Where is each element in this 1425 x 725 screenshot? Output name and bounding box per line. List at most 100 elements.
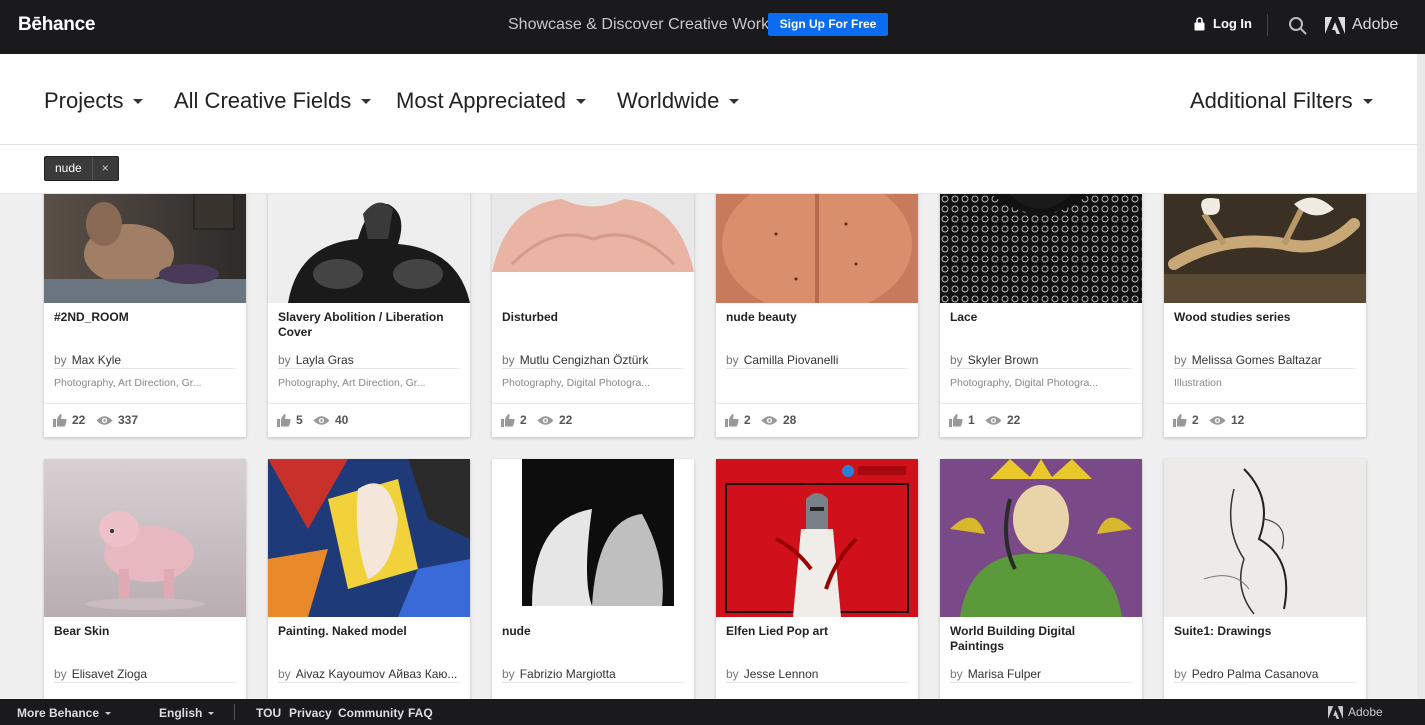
views: 28: [761, 413, 796, 427]
view-count: 12: [1231, 413, 1245, 427]
community-link[interactable]: Community: [338, 706, 404, 720]
project-card[interactable]: Bear Skin by Elisavet Zioga: [44, 459, 246, 699]
project-owner[interactable]: by Melissa Gomes Baltazar: [1174, 353, 1356, 367]
faq-link[interactable]: FAQ: [408, 706, 433, 720]
location-dropdown[interactable]: Worldwide: [617, 88, 740, 114]
appreciations: 2: [725, 413, 751, 427]
more-behance-menu[interactable]: More Behance: [17, 706, 112, 720]
project-fields: [502, 682, 684, 691]
project-owner[interactable]: by Aivaz Kayoumov Айваз Каю...: [278, 667, 460, 681]
project-thumbnail[interactable]: [940, 194, 1142, 303]
views: 12: [1209, 413, 1244, 427]
project-card[interactable]: World Building Digital Paintings by Maris…: [940, 459, 1142, 699]
search-tag: nude ×: [44, 156, 119, 181]
project-owner[interactable]: by Mutlu Cengizhan Öztürk: [502, 353, 684, 367]
project-thumbnail[interactable]: [268, 194, 470, 303]
project-title[interactable]: Bear Skin: [54, 624, 236, 639]
more-behance-label: More Behance: [17, 706, 100, 720]
project-title[interactable]: Elfen Lied Pop art: [726, 624, 908, 639]
appreciation-count: 22: [72, 413, 86, 427]
projects-label: Projects: [44, 88, 124, 113]
project-stats: 5 40: [268, 403, 470, 437]
tou-link[interactable]: TOU: [256, 706, 281, 720]
project-thumbnail[interactable]: [716, 459, 918, 617]
project-card[interactable]: Disturbed by Mutlu Cengizhan Öztürk Photo…: [492, 194, 694, 437]
project-card[interactable]: Slavery Abolition / Liberation Cover by L…: [268, 194, 470, 437]
project-owner[interactable]: by Skyler Brown: [950, 353, 1132, 367]
appreciation-count: 2: [744, 413, 751, 427]
project-owner[interactable]: by Marisa Fulper: [950, 667, 1132, 681]
by-label: by: [54, 353, 67, 367]
adobe-logo-icon: [1328, 705, 1343, 719]
project-owner[interactable]: by Max Kyle: [54, 353, 236, 367]
project-thumbnail[interactable]: [716, 194, 918, 303]
project-card[interactable]: Painting. Naked model by Aivaz Kayoumov А…: [268, 459, 470, 699]
project-card[interactable]: nude beauty by Camilla Piovanelli 2 28: [716, 194, 918, 437]
signup-button[interactable]: Sign Up For Free: [768, 13, 888, 36]
project-title[interactable]: nude beauty: [726, 310, 908, 325]
privacy-link[interactable]: Privacy: [289, 706, 332, 720]
projects-dropdown[interactable]: Projects: [44, 88, 144, 114]
sort-dropdown[interactable]: Most Appreciated: [396, 88, 586, 114]
by-label: by: [278, 667, 291, 681]
by-label: by: [726, 353, 739, 367]
search-tag-label: nude: [55, 161, 82, 175]
project-thumbnail[interactable]: [492, 194, 694, 272]
eye-icon: [537, 415, 554, 425]
project-card[interactable]: Wood studies series by Melissa Gomes Balt…: [1164, 194, 1366, 437]
project-thumbnail[interactable]: [44, 459, 246, 617]
project-title[interactable]: Suite1: Drawings: [1174, 624, 1356, 639]
appreciations: 1: [949, 413, 975, 427]
project-fields: [726, 368, 908, 377]
search-icon[interactable]: [1288, 16, 1308, 36]
project-stats: 2 12: [1164, 403, 1366, 437]
page-scrollbar[interactable]: [1417, 54, 1425, 699]
project-thumbnail[interactable]: [44, 194, 246, 303]
language-menu[interactable]: English: [159, 706, 215, 720]
project-owner[interactable]: by Elisavet Zioga: [54, 667, 236, 681]
behance-logo[interactable]: Bēhance: [18, 14, 95, 36]
project-owner[interactable]: by Jesse Lennon: [726, 667, 908, 681]
project-title[interactable]: World Building Digital Paintings: [950, 624, 1132, 654]
project-thumbnail[interactable]: [1164, 459, 1366, 617]
project-owner[interactable]: by Fabrizio Margiotta: [502, 667, 684, 681]
project-title[interactable]: Slavery Abolition / Liberation Cover: [278, 310, 460, 340]
project-fields: [278, 682, 460, 691]
appreciation-count: 2: [1192, 413, 1199, 427]
login-button[interactable]: Log In: [1193, 16, 1252, 31]
remove-tag-icon[interactable]: ×: [91, 157, 118, 180]
project-title[interactable]: Painting. Naked model: [278, 624, 460, 639]
chevron-down-icon: [729, 98, 740, 104]
project-card[interactable]: Lace by Skyler Brown Photography, Digital…: [940, 194, 1142, 437]
project-title[interactable]: Disturbed: [502, 310, 684, 325]
search-tag-bar: nude ×: [0, 145, 1417, 194]
eye-icon: [96, 415, 113, 425]
chevron-down-icon: [105, 711, 112, 715]
by-label: by: [278, 353, 291, 367]
project-card[interactable]: #2ND_ROOM by Max Kyle Photography, Art Di…: [44, 194, 246, 437]
views: 22: [985, 413, 1020, 427]
footer-adobe-link[interactable]: Adobe: [1328, 705, 1383, 719]
appreciations: 22: [53, 413, 85, 427]
additional-filters-dropdown[interactable]: Additional Filters: [1190, 88, 1373, 114]
creative-fields-dropdown[interactable]: All Creative Fields: [174, 88, 372, 114]
project-owner[interactable]: by Layla Gras: [278, 353, 460, 367]
project-card[interactable]: Elfen Lied Pop art by Jesse Lennon: [716, 459, 918, 699]
project-fields: Photography, Art Direction, Gr...: [54, 368, 236, 389]
project-thumbnail[interactable]: [268, 459, 470, 617]
project-fields: Photography, Digital Photogra...: [950, 368, 1132, 389]
project-stats: 1 22: [940, 403, 1142, 437]
by-label: by: [726, 667, 739, 681]
project-card[interactable]: Suite1: Drawings by Pedro Palma Casanova: [1164, 459, 1366, 699]
project-thumbnail[interactable]: [940, 459, 1142, 617]
project-title[interactable]: Lace: [950, 310, 1132, 325]
divider: [1267, 14, 1268, 36]
project-thumbnail[interactable]: [492, 459, 694, 617]
project-thumbnail[interactable]: [1164, 194, 1366, 303]
project-owner[interactable]: by Camilla Piovanelli: [726, 353, 908, 367]
project-title[interactable]: #2ND_ROOM: [54, 310, 236, 325]
project-card[interactable]: nude by Fabrizio Margiotta: [492, 459, 694, 699]
adobe-link[interactable]: Adobe: [1325, 16, 1398, 34]
project-title[interactable]: nude: [502, 624, 684, 639]
project-title[interactable]: Wood studies series: [1174, 310, 1356, 325]
